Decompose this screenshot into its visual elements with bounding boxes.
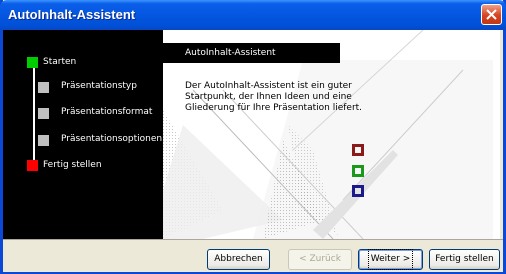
content-description: Der AutoInhalt-Assistent ist ein guter S… [185,81,363,113]
step-praesentationstyp[interactable]: Präsentationstyp [3,79,163,97]
step-label: Präsentationsoptionen [61,134,163,144]
decorative-square-green [352,165,364,177]
next-button-label: Weiter > [367,249,414,270]
step-marker-icon [38,135,49,146]
close-icon [486,9,497,20]
step-marker-icon [38,82,49,93]
step-label: Präsentationsformat [61,107,153,117]
button-bar: Abbrechen < Zurück Weiter > Fertig stell… [3,239,503,272]
wizard-window: AutoInhalt-Assistent Starten Präsentatio… [0,0,506,274]
close-button[interactable] [481,4,502,25]
step-marker-icon [27,160,38,171]
step-label: Starten [43,57,77,67]
content-panel: AutoInhalt-Assistent Der AutoInhalt-Assi… [163,30,500,239]
cancel-button-label: Abbrechen [214,254,263,264]
title-bar[interactable]: AutoInhalt-Assistent [0,0,506,30]
step-starten[interactable]: Starten [3,55,163,73]
steps-panel: Starten Präsentationstyp Präsentationsfo… [3,30,163,239]
step-label: Fertig stellen [43,160,102,170]
back-button[interactable]: < Zurück [288,249,352,270]
decorative-square-red [352,144,364,156]
window-title: AutoInhalt-Assistent [8,7,136,22]
step-praesentationsoptionen[interactable]: Präsentationsoptionen [3,132,163,150]
finish-button-label: Fertig stellen [435,254,494,264]
step-marker-icon [38,108,49,119]
step-label: Präsentationstyp [61,81,137,91]
finish-button[interactable]: Fertig stellen [429,249,500,270]
content-header: AutoInhalt-Assistent [185,48,276,58]
step-marker-icon [27,57,38,68]
step-fertig-stellen[interactable]: Fertig stellen [3,158,163,176]
step-praesentationsformat[interactable]: Präsentationsformat [3,105,163,123]
back-button-label: < Zurück [299,254,341,264]
decorative-square-blue [352,185,364,197]
cancel-button[interactable]: Abbrechen [207,249,270,270]
next-button[interactable]: Weiter > [358,249,423,270]
